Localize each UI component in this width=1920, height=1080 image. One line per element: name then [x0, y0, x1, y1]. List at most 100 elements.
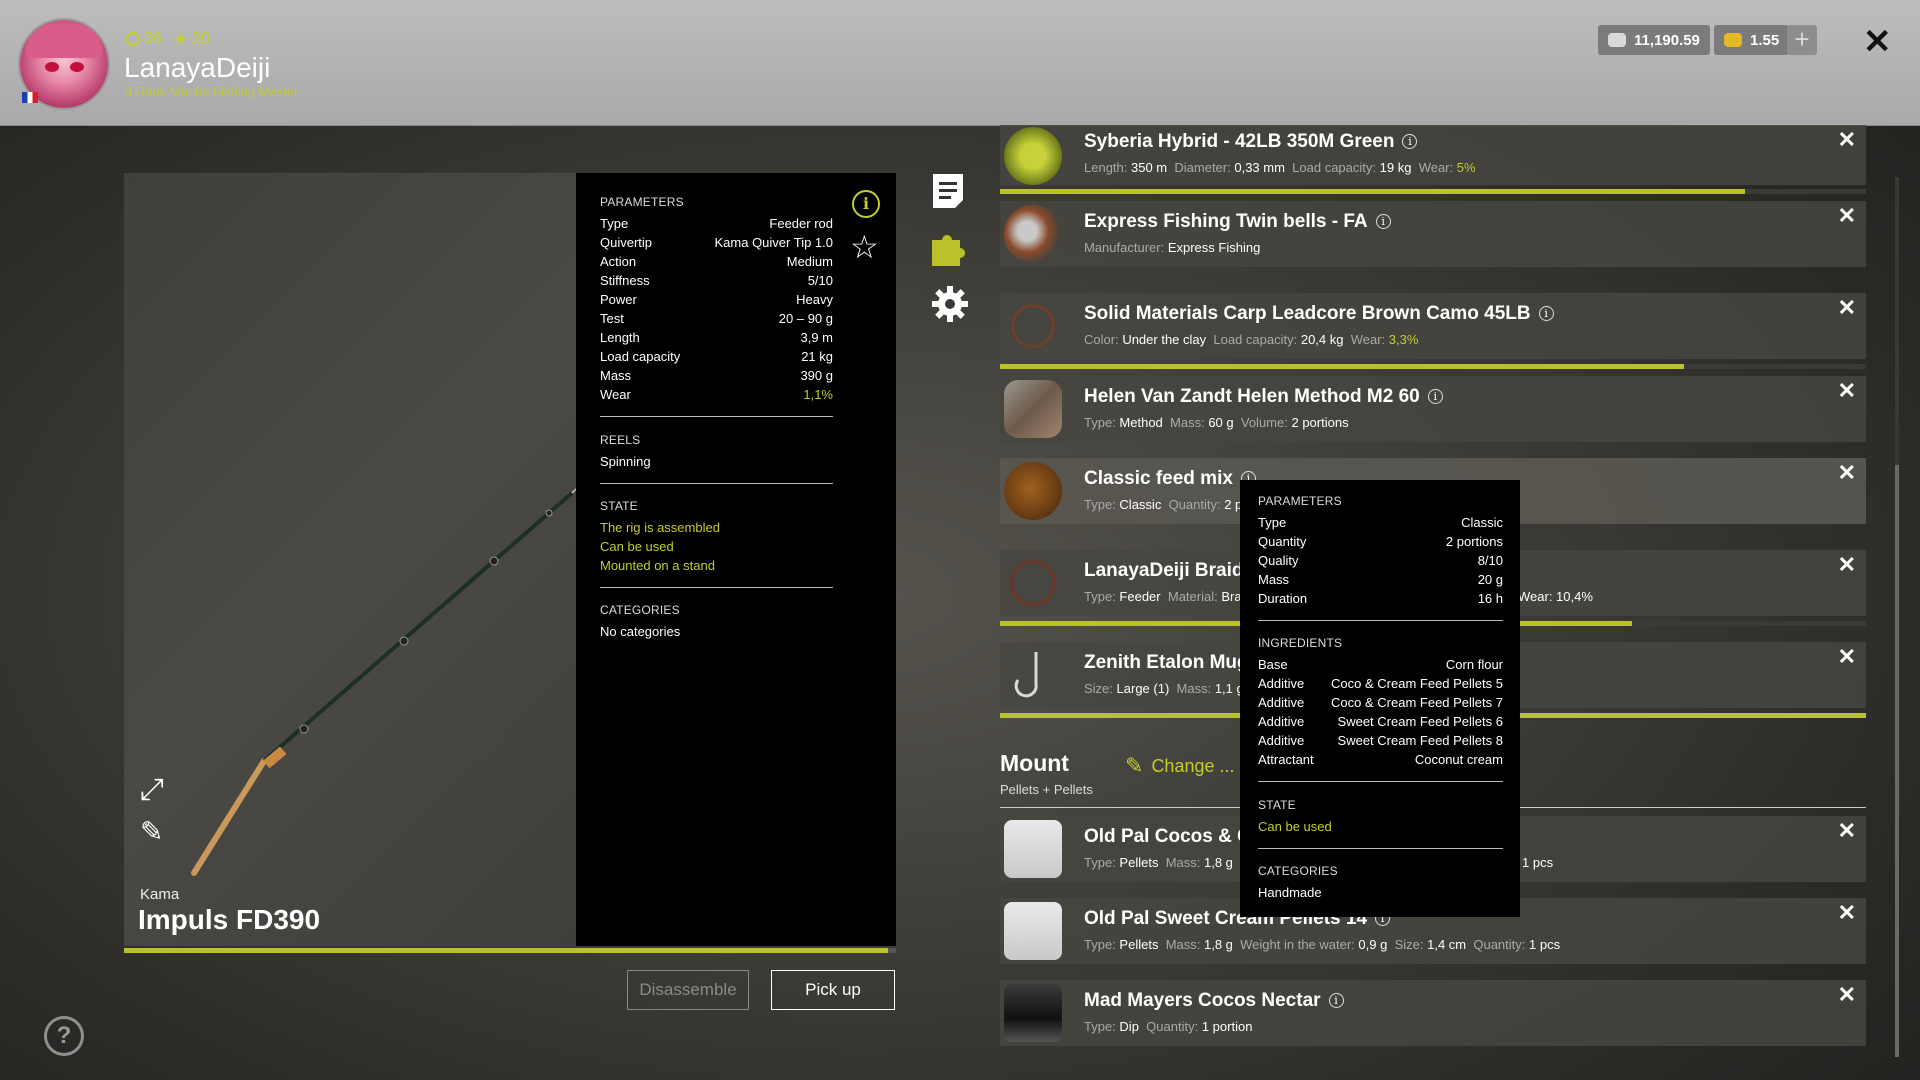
info-icon[interactable]: i — [1538, 306, 1554, 321]
wear-bar — [1000, 189, 1866, 194]
detail-key: Type: — [1084, 855, 1116, 870]
pellets-jar-icon — [1004, 820, 1062, 878]
reels-section: REELS Spinning — [600, 433, 833, 484]
item-title-text: Solid Materials Carp Leadcore Brown Camo… — [1084, 303, 1531, 324]
divider — [600, 483, 833, 484]
expand-icon[interactable]: ⤢ — [140, 773, 164, 807]
detail-key: Load capacity: — [1213, 332, 1298, 347]
flag-icon — [22, 92, 38, 103]
player-stats: 36 ★ 20 — [126, 29, 210, 49]
puzzle-icon[interactable] — [930, 228, 970, 268]
item-title: Solid Materials Carp Leadcore Brown Camo… — [1084, 303, 1554, 325]
info-icon[interactable]: i — [852, 190, 880, 218]
close-icon[interactable]: ✕ — [1838, 818, 1856, 844]
item-title-text: Syberia Hybrid - 42LB 350M Green — [1084, 131, 1395, 152]
param-key: Stiffness — [600, 273, 650, 288]
detail-key: Volume: — [1240, 415, 1288, 430]
mount-title: Mount — [1000, 750, 1069, 776]
categories-title: CATEGORIES — [600, 603, 680, 617]
level-value: 36 — [144, 30, 162, 47]
change-button[interactable]: ✎ Change ... — [1125, 753, 1235, 779]
notes-icon[interactable] — [930, 172, 966, 210]
param-row: Additive Coco & Cream Feed Pellets 7 — [1258, 695, 1503, 714]
pickup-button[interactable]: Pick up — [771, 970, 895, 1010]
param-key: Quantity — [1258, 534, 1307, 549]
item-title-text: Old Pal Cocos & Cr — [1084, 826, 1259, 847]
gold-coin-icon — [1724, 33, 1742, 47]
detail-key: Mass: — [1176, 681, 1212, 696]
detail-value: 19 kg — [1379, 160, 1412, 175]
list-item[interactable]: Syberia Hybrid - 42LB 350M Green i Length… — [1000, 125, 1866, 185]
detail-key: Mass: — [1170, 415, 1205, 430]
item-title-text: Helen Van Zandt Helen Method M2 60 — [1084, 386, 1420, 407]
item-details: Length: 350 m Diameter: 0,33 mm Load cap… — [1084, 160, 1476, 175]
wear-fill — [1000, 364, 1685, 369]
param-key: Additive — [1258, 733, 1305, 748]
param-row: Additive Sweet Cream Feed Pellets 6 — [1258, 714, 1503, 733]
parameters-list: Type Feeder rod Quivertip Kama Quiver Tip 1… — [600, 216, 833, 406]
info-icon[interactable]: i — [1427, 389, 1443, 404]
plus-icon[interactable]: + — [1787, 25, 1817, 55]
close-icon[interactable]: ✕ — [1838, 295, 1856, 321]
avatar-hair — [26, 24, 102, 58]
item-title: LanayaDeiji Braide — [1084, 560, 1254, 582]
bells-icon — [1004, 205, 1062, 263]
param-value: 8/10 — [1477, 553, 1503, 568]
detail-key: Size: — [1084, 681, 1113, 696]
close-icon[interactable]: ✕ — [1838, 203, 1856, 229]
close-icon[interactable]: ✕ — [1838, 378, 1856, 404]
info-icon[interactable]: i — [1402, 134, 1418, 149]
param-value: Sweet Cream Feed Pellets 8 — [1337, 733, 1503, 748]
param-row: Additive Sweet Cream Feed Pellets 8 — [1258, 733, 1503, 752]
detail-key: Weight in the water: — [1240, 937, 1355, 952]
param-key: Additive — [1258, 714, 1305, 729]
gear-icon[interactable] — [930, 284, 970, 324]
close-icon[interactable]: ✕ — [1838, 460, 1856, 486]
close-icon[interactable]: ✕ — [1838, 644, 1856, 670]
param-row: Length 3,9 m — [600, 330, 833, 349]
detail-value: Dip — [1119, 1019, 1139, 1034]
edit-icon: ✎ — [1125, 753, 1144, 778]
info-icon[interactable]: i — [1375, 214, 1391, 229]
item-title: Helen Van Zandt Helen Method M2 60 i — [1084, 386, 1443, 408]
info-icon[interactable]: i — [1328, 993, 1344, 1008]
divider — [1258, 781, 1503, 782]
close-icon[interactable]: ✕ — [1863, 22, 1892, 62]
list-item[interactable]: Helen Van Zandt Helen Method M2 60 i Type… — [1000, 376, 1866, 442]
close-icon[interactable]: ✕ — [1838, 982, 1856, 1008]
param-value: Feeder rod — [769, 216, 833, 231]
detail-value: Pellets — [1119, 937, 1159, 952]
detail-key: Quantity: — [1146, 1019, 1199, 1034]
param-value: 20 – 90 g — [778, 311, 833, 326]
player-rank: 3 Rank Marine Fishing Master — [125, 84, 299, 99]
help-icon[interactable]: ? — [44, 1016, 84, 1056]
item-title-text: LanayaDeiji Braide — [1084, 560, 1255, 581]
item-details: Color: Under the clay Load capacity: 20,… — [1084, 332, 1418, 347]
close-icon[interactable]: ✕ — [1838, 552, 1856, 578]
close-icon[interactable]: ✕ — [1838, 127, 1856, 153]
item-title: Zenith Etalon Mug — [1084, 652, 1249, 674]
state-line: Mounted on a stand — [600, 558, 715, 573]
detail-value: 0,33 mm — [1234, 160, 1285, 175]
item-details: Type: Pellets Mass: 1,8 g Weight in the … — [1084, 937, 1560, 952]
gold-balance: 1.55 — [1714, 25, 1790, 55]
item-details: Type: Method Mass: 60 g Volume: 2 portio… — [1084, 415, 1349, 430]
list-item[interactable]: Express Fishing Twin bells - FA i Manufac… — [1000, 201, 1866, 267]
tooltip-state-value: Can be used — [1258, 819, 1332, 834]
item-title-text: Classic feed mix — [1084, 468, 1233, 489]
rod-preview: ⤢ ✎ Kama Impuls FD390 — [124, 173, 576, 946]
scrollbar-thumb[interactable] — [1895, 465, 1899, 1057]
categories-value: No categories — [600, 624, 681, 639]
star-icon[interactable]: ☆ — [850, 228, 879, 266]
divider — [600, 587, 833, 588]
detail-key: Quantity: — [1168, 497, 1221, 512]
disassemble-button[interactable]: Disassemble — [627, 970, 749, 1010]
detail-key: Load capacity: — [1292, 160, 1377, 175]
detail-key: Color: — [1084, 332, 1119, 347]
list-item[interactable]: Mad Mayers Cocos Nectar i Type: Dip Quant… — [1000, 980, 1866, 1046]
list-item[interactable]: Solid Materials Carp Leadcore Brown Camo… — [1000, 293, 1866, 359]
item-title-text: Express Fishing Twin bells - FA — [1084, 211, 1368, 232]
brush-icon[interactable]: ✎ — [140, 815, 163, 848]
item-details: Type: Feeder Material: Bra — [1084, 589, 1242, 604]
close-icon[interactable]: ✕ — [1838, 900, 1856, 926]
